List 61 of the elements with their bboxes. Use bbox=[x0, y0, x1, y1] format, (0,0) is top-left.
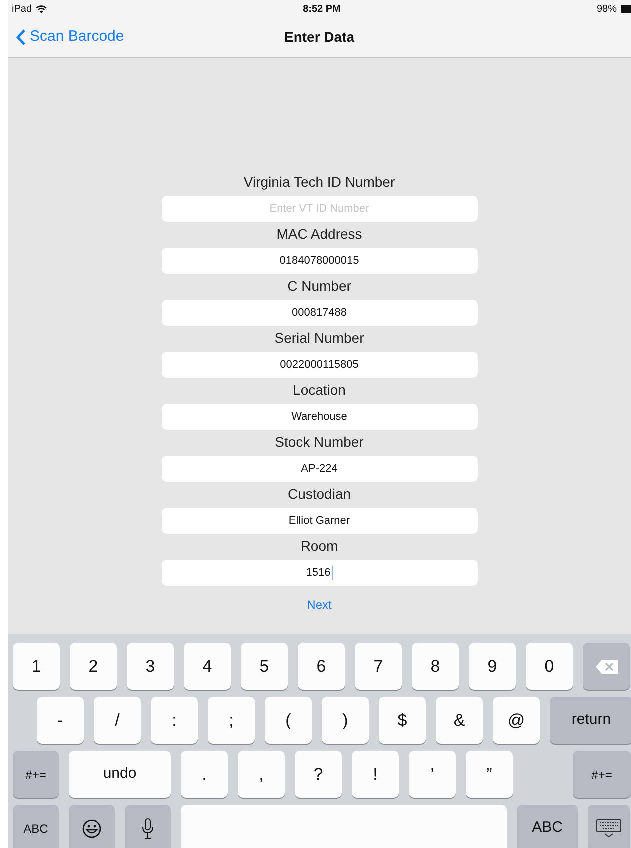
mode-key[interactable]: #+= bbox=[13, 751, 59, 798]
field-label: Stock Number bbox=[275, 433, 364, 451]
mode-key[interactable]: ABC bbox=[13, 805, 59, 848]
key[interactable]: / bbox=[94, 697, 141, 744]
key[interactable]: 8 bbox=[412, 643, 459, 690]
key[interactable]: ; bbox=[208, 697, 255, 744]
return-key[interactable]: return bbox=[550, 697, 631, 744]
key[interactable]: @ bbox=[493, 697, 540, 744]
input-field[interactable]: 000817488 bbox=[162, 300, 478, 326]
key[interactable]: : bbox=[151, 697, 198, 744]
field-label: Custodian bbox=[288, 485, 352, 503]
key[interactable]: , bbox=[238, 751, 285, 798]
microphone-key[interactable] bbox=[125, 805, 171, 848]
key[interactable]: 3 bbox=[127, 643, 174, 690]
mode-key[interactable]: #+= bbox=[573, 751, 631, 798]
wifi-icon bbox=[36, 4, 48, 14]
input-field[interactable]: 1516 bbox=[162, 560, 478, 586]
undo-key[interactable]: undo bbox=[69, 751, 171, 798]
key[interactable]: ? bbox=[295, 751, 342, 798]
battery-icon bbox=[620, 5, 631, 13]
input-field[interactable]: AP-224 bbox=[162, 456, 478, 482]
delete-icon bbox=[594, 658, 618, 674]
key[interactable]: 4 bbox=[184, 643, 231, 690]
key[interactable]: 2 bbox=[70, 643, 117, 690]
key[interactable]: 9 bbox=[469, 643, 516, 690]
key[interactable]: $ bbox=[379, 697, 426, 744]
field-label: MAC Address bbox=[276, 225, 362, 243]
input-field[interactable]: Elliot Garner bbox=[162, 508, 478, 534]
input-field[interactable]: Warehouse bbox=[162, 404, 478, 430]
input-field[interactable]: 0184078000015 bbox=[162, 248, 478, 274]
hide-keyboard-key[interactable] bbox=[588, 805, 630, 848]
field-label: Location bbox=[293, 381, 346, 399]
key[interactable]: ’ bbox=[409, 751, 456, 798]
key[interactable]: ) bbox=[322, 697, 369, 744]
field-label: Serial Number bbox=[274, 329, 364, 347]
field-label: Virginia Tech ID Number bbox=[244, 173, 396, 191]
field-label: C Number bbox=[288, 277, 352, 295]
input-field[interactable]: 0022000115805 bbox=[162, 352, 478, 378]
key[interactable]: - bbox=[37, 697, 84, 744]
key[interactable]: 6 bbox=[298, 643, 345, 690]
mode-key[interactable]: ABC bbox=[517, 805, 578, 848]
key[interactable]: 7 bbox=[355, 643, 402, 690]
back-button[interactable]: Scan Barcode bbox=[8, 26, 124, 49]
screen-title: Enter Data bbox=[284, 28, 355, 47]
key[interactable]: ” bbox=[466, 751, 513, 798]
smiley-icon bbox=[82, 818, 102, 838]
key[interactable]: ( bbox=[265, 697, 312, 744]
key[interactable]: . bbox=[181, 751, 228, 798]
key[interactable]: 1 bbox=[13, 643, 60, 690]
device-name: iPad bbox=[12, 2, 32, 16]
key[interactable]: & bbox=[436, 697, 483, 744]
status-time: 8:52 PM bbox=[303, 2, 341, 16]
microphone-icon bbox=[142, 818, 154, 840]
keyboard-icon bbox=[596, 818, 622, 838]
chevron-left-icon bbox=[16, 29, 26, 46]
field-label: Room bbox=[300, 537, 338, 555]
key[interactable]: 0 bbox=[526, 643, 573, 690]
key[interactable]: ! bbox=[352, 751, 399, 798]
battery-percent: 98% bbox=[596, 2, 617, 16]
key[interactable]: 5 bbox=[241, 643, 288, 690]
emoji-key[interactable] bbox=[69, 805, 115, 848]
